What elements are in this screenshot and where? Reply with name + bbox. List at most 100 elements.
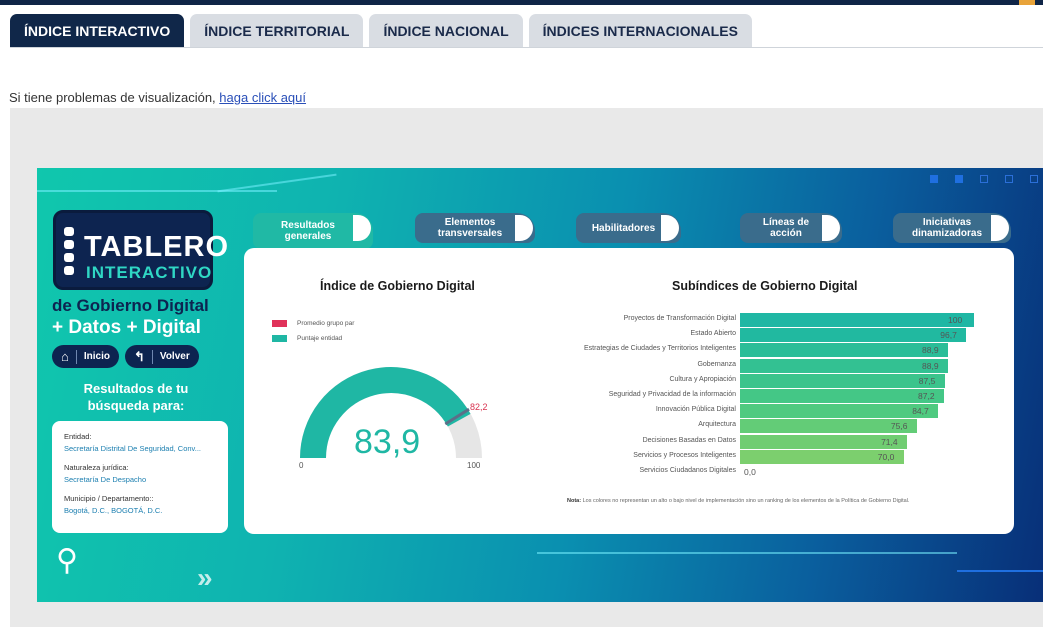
bar-value-label: 0,0 <box>744 467 756 477</box>
bar-value-label: 84,7 <box>912 406 929 417</box>
gauge-min: 0 <box>299 461 304 470</box>
note-label: Nota: <box>567 498 582 504</box>
tab-indices-internacionales[interactable]: ÍNDICES INTERNACIONALES <box>528 14 752 48</box>
tabs-divider <box>10 47 1043 48</box>
bar-category-label: Decisiones Basadas en Datos <box>642 436 736 444</box>
bar[interactable] <box>740 313 974 327</box>
nav-buttons: ⌂ Inicio ↰ Volver <box>52 345 199 368</box>
tab-lineas-de-accion[interactable]: Líneas de acción <box>740 213 842 243</box>
bar-row: Decisiones Basadas en Datos 71,4 <box>544 434 984 449</box>
logo-bars-icon <box>64 227 74 279</box>
bar-value-label: 87,2 <box>918 391 935 401</box>
bar-category-label: Innovación Pública Digital <box>655 406 736 414</box>
bar-category-label: Servicios Ciudadanos Digitales <box>639 467 737 474</box>
bar-row: Estrategias de Ciudades y Territorios In… <box>544 343 984 358</box>
bar-category-label: Servicios y Procesos Inteligentes <box>633 451 736 459</box>
bar-row: Gobernanza 88,9 <box>544 358 984 373</box>
logo-title: TABLERO <box>84 231 230 263</box>
bar-value-label: 71,4 <box>881 436 898 447</box>
bar-row: Servicios y Procesos Inteligentes 70,0 <box>544 449 984 464</box>
legend-label-entity: Puntaje entidad <box>297 335 343 342</box>
decor-line <box>37 190 277 192</box>
bar-row: Estado Abierto 96,7 <box>544 328 984 343</box>
legend-label-peer: Promedio grupo par <box>297 320 355 327</box>
bar-category-label: Cultura y Apropiación <box>669 375 736 383</box>
gauge-max: 100 <box>467 461 481 470</box>
bar-value-label: 87,5 <box>918 375 936 386</box>
results-title: Resultados de tu búsqueda para: <box>83 381 189 413</box>
bar-row: Servicios Ciudadanos Digitales 0,0 <box>544 465 984 479</box>
decor-square <box>930 175 938 183</box>
legend-item: Promedio grupo par <box>272 320 354 327</box>
dashboard-tabs: Resultados generales Elementos transvers… <box>253 213 1013 253</box>
bar[interactable] <box>740 358 949 373</box>
bar[interactable] <box>740 404 939 419</box>
tab-indice-interactivo[interactable]: ÍNDICE INTERACTIVO <box>10 14 185 48</box>
bar-category-label: Estrategias de Ciudades y Territorios In… <box>583 345 736 353</box>
bar-category-label: Gobernanza <box>697 360 736 368</box>
decor-square <box>980 175 988 183</box>
bar[interactable] <box>740 328 967 343</box>
decor-square <box>955 175 963 183</box>
gauge-title: Índice de Gobierno Digital <box>320 279 475 293</box>
legend-item: Puntaje entidad <box>272 335 354 342</box>
tab-resultados-generales[interactable]: Resultados generales <box>253 213 373 249</box>
bar-value-label: 96,7 <box>940 330 957 341</box>
home-button[interactable]: ⌂ Inicio <box>52 345 119 368</box>
bar-category-label: Seguridad y Privacidad de la información <box>608 391 736 398</box>
entity-card: Entidad: Secretaría Distrital De Segurid… <box>52 421 228 533</box>
home-label: Inicio <box>83 351 110 362</box>
nature-value[interactable]: Secretaría De Despacho <box>64 475 216 484</box>
back-button[interactable]: ↰ Volver <box>124 345 199 368</box>
back-label: Volver <box>159 351 190 362</box>
bar-value-label: 100 <box>948 315 963 325</box>
results-panel: Índice de Gobierno Digital Promedio grup… <box>244 248 1014 534</box>
notice-text: Si tiene problemas de visualización, <box>9 90 220 105</box>
gauge-value: 83,9 <box>354 423 421 461</box>
tab-iniciativas-dinamizadoras[interactable]: Iniciativas dinamizadoras <box>893 213 1011 243</box>
tab-indice-nacional[interactable]: ÍNDICE NACIONAL <box>369 14 523 48</box>
logo-subtitle: INTERACTIVO <box>86 263 213 282</box>
accent-mark <box>1019 0 1035 5</box>
bar[interactable] <box>740 373 945 388</box>
bar[interactable] <box>740 343 949 358</box>
home-icon: ⌂ <box>61 349 69 364</box>
entity-value[interactable]: Secretaría Distrital De Seguridad, Conv.… <box>64 444 216 453</box>
bar[interactable] <box>740 389 945 403</box>
note-text: Los colores no representan un alto o baj… <box>581 498 910 504</box>
back-arrow-icon: ↰ <box>133 348 145 364</box>
decor-square <box>1005 175 1013 183</box>
location-pin-icon: ⚲ <box>56 544 78 577</box>
gauge-reference-value: 82,2 <box>470 402 488 412</box>
double-chevron-icon: » <box>197 562 213 593</box>
decor-line <box>217 173 337 193</box>
bar-value-label: 75,6 <box>890 421 908 432</box>
bar-value-label: 70,0 <box>877 451 895 462</box>
visualization-notice: Si tiene problemas de visualización, hag… <box>9 90 306 105</box>
dashboard: TABLERO INTERACTIVO de Gobierno Digital … <box>37 168 1043 602</box>
dashboard-subtitle: de Gobierno Digital <box>52 296 209 315</box>
location-value[interactable]: Bogotá, D.C., BOGOTÁ, D.C. <box>64 506 216 515</box>
click-here-link[interactable]: haga click aquí <box>219 90 306 105</box>
bar-value-label: 88,9 <box>922 360 939 371</box>
tab-habilitadores[interactable]: Habilitadores <box>576 213 681 243</box>
decor-line <box>537 552 957 554</box>
bar-value-label: 88,9 <box>922 345 939 356</box>
legend-swatch-entity <box>272 335 287 342</box>
gauge-legend: Promedio grupo par Puntaje entidad <box>272 320 354 350</box>
bar-category-label: Arquitectura <box>698 421 736 429</box>
bar-category-label: Proyectos de Transformación Digital <box>623 315 736 322</box>
dashboard-tagline: + Datos + Digital <box>52 317 201 338</box>
bars-title: Subíndices de Gobierno Digital <box>672 279 858 293</box>
decor-square <box>1030 175 1038 183</box>
decor-line <box>957 570 1043 572</box>
tab-elementos-transversales[interactable]: Elementos transversales <box>415 213 535 243</box>
location-label: Municipio / Departamento:: <box>64 494 154 503</box>
bar-category-label: Estado Abierto <box>690 330 736 338</box>
bar-row: Arquitectura 75,6 <box>544 419 984 434</box>
bar-row: Innovación Pública Digital 84,7 <box>544 404 984 419</box>
bar-row: Proyectos de Transformación Digital 100 <box>544 313 984 327</box>
nature-label: Naturaleza jurídica: <box>64 463 129 472</box>
tab-indice-territorial[interactable]: ÍNDICE TERRITORIAL <box>190 14 364 48</box>
bar-row: Seguridad y Privacidad de la información… <box>544 389 984 403</box>
